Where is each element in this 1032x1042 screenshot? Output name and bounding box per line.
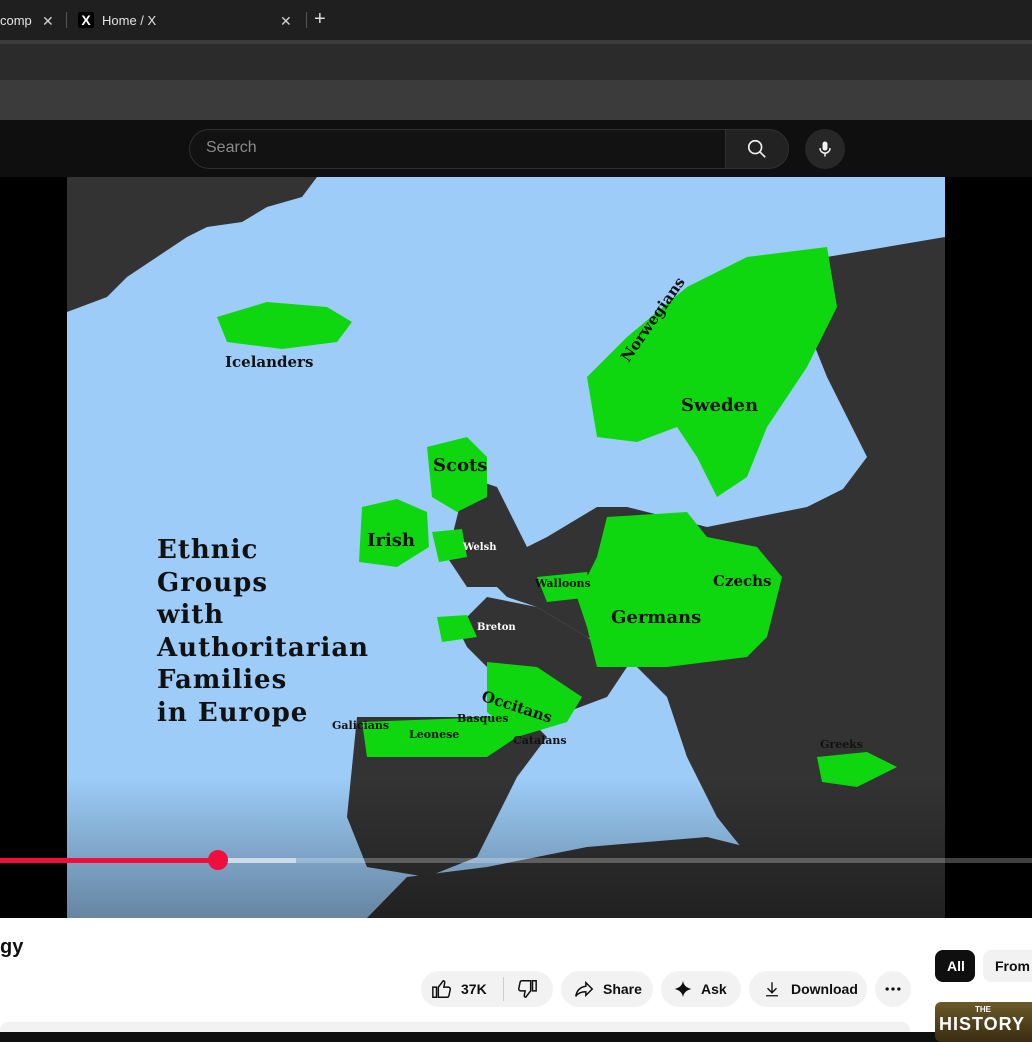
- download-label: Download: [791, 981, 858, 997]
- progress-played: [0, 858, 218, 863]
- video-info-area: gy 37K Share Ask Download All From THE H…: [0, 918, 1032, 1042]
- map-title: Ethnic Groups with Authoritarian Familie…: [157, 534, 369, 729]
- label-icelanders: Icelanders: [225, 353, 314, 371]
- bookmarks-bar: [0, 80, 1032, 120]
- video-title: gy: [0, 936, 24, 958]
- x-logo-icon: X: [78, 12, 94, 28]
- map-title-line: Families: [157, 665, 288, 695]
- youtube-header: Search: [0, 120, 1032, 177]
- description-box[interactable]: [0, 1022, 910, 1032]
- like-count: 37K: [461, 981, 487, 997]
- dislike-button[interactable]: [504, 978, 538, 1000]
- label-breton: Breton: [477, 622, 516, 633]
- label-galicians: Galicians: [332, 719, 390, 732]
- chip-from[interactable]: From: [983, 950, 1032, 982]
- thumbs-up-icon: [432, 980, 452, 998]
- map-title-line: Authoritarian: [157, 632, 370, 663]
- label-welsh: Welsh: [463, 542, 497, 553]
- download-button[interactable]: Download: [749, 971, 867, 1007]
- like-button[interactable]: 37K: [421, 971, 487, 1007]
- label-basques: Basques: [457, 712, 509, 725]
- close-tab-icon[interactable]: ✕: [280, 13, 292, 30]
- more-horizontal-icon: [885, 987, 901, 991]
- tab-title: comp: [0, 12, 32, 28]
- search-box[interactable]: Search: [189, 129, 726, 169]
- video-frame-map: Ethnic Groups with Authoritarian Familie…: [67, 177, 945, 918]
- label-leonese: Leonese: [409, 728, 460, 741]
- sparkle-icon: [674, 980, 692, 998]
- label-scots: Scots: [433, 455, 488, 476]
- ask-label: Ask: [701, 981, 727, 997]
- ask-button[interactable]: Ask: [661, 971, 741, 1007]
- browser-tab-bar: comp ✕ X Home / X ✕ +: [0, 0, 1032, 40]
- map-title-line: Ethnic: [157, 535, 259, 565]
- share-icon: [575, 980, 594, 998]
- chip-all[interactable]: All: [935, 950, 975, 982]
- tab-divider: [66, 12, 67, 28]
- more-actions-button[interactable]: [875, 971, 911, 1007]
- search-icon: [747, 139, 766, 158]
- label-sweden: Sweden: [681, 395, 759, 416]
- tab-title: Home / X: [102, 12, 157, 28]
- address-bar[interactable]: [0, 40, 1032, 80]
- map-title-line: Groups: [157, 567, 268, 598]
- voice-search-button[interactable]: [805, 129, 845, 169]
- thumbs-down-icon: [517, 980, 537, 998]
- share-label: Share: [603, 981, 642, 997]
- map-title-line: with: [157, 600, 225, 630]
- browser-tab-2[interactable]: X Home / X ✕: [68, 4, 304, 36]
- close-tab-icon[interactable]: ✕: [42, 13, 54, 30]
- label-czechs: Czechs: [713, 572, 772, 590]
- label-germans: Germans: [611, 607, 702, 628]
- related-video-thumbnail[interactable]: THE HISTORY: [935, 1002, 1032, 1042]
- thumbnail-text-small: THE: [975, 1005, 991, 1014]
- video-progress-bar[interactable]: [0, 850, 1032, 870]
- progress-scrubber-handle[interactable]: [207, 850, 228, 870]
- label-walloons: Walloons: [535, 577, 591, 590]
- search-input[interactable]: Search: [206, 139, 257, 157]
- browser-tab-1[interactable]: comp ✕: [0, 4, 64, 36]
- download-icon: [766, 982, 778, 997]
- tab-divider: [306, 12, 307, 28]
- new-tab-button[interactable]: +: [314, 8, 326, 31]
- search-button[interactable]: [725, 129, 789, 169]
- label-irish: Irish: [367, 530, 415, 551]
- video-player[interactable]: Ethnic Groups with Authoritarian Familie…: [0, 177, 1032, 918]
- like-dislike-group: 37K: [421, 971, 553, 1007]
- share-button[interactable]: Share: [561, 971, 653, 1007]
- label-greeks: Greeks: [820, 738, 864, 751]
- label-catalans: Catalans: [513, 734, 567, 747]
- microphone-icon: [819, 141, 831, 157]
